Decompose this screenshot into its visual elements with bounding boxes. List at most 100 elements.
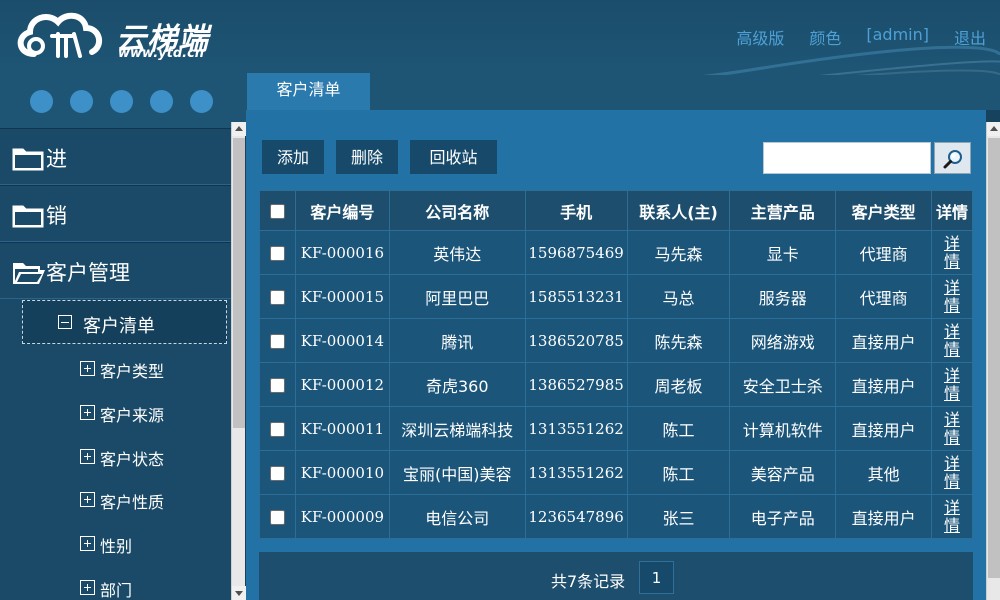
header-detail: 详情 [931,190,973,231]
cell-customer-id: KF-000012 [294,362,390,407]
cell-phone: 1386527985 [524,362,628,407]
table-row: KF-000009 电信公司 1236547896 张三 电子产品 直接用户 详… [259,494,973,539]
logout-link[interactable]: 退出 [954,25,986,49]
sidebar-item-label: 性别 [100,537,133,556]
row-checkbox-cell [259,318,296,363]
dot [150,90,173,113]
cell-customer-type: 直接用户 [835,494,933,539]
sidebar-item-customer-list[interactable]: 客户清单 [22,300,227,344]
cell-customer-type: 代理商 [835,274,933,319]
row-checkbox[interactable] [269,246,285,261]
cell-company: 英伟达 [388,230,526,275]
cell-company: 腾讯 [388,318,526,363]
page-button[interactable]: 1 [639,561,674,594]
expand-icon[interactable] [80,580,95,595]
detail-link[interactable]: 详情 [944,366,960,403]
row-checkbox-cell [259,362,296,407]
table-row: KF-000012 奇虎360 1386527985 周老板 安全卫士杀 直接用… [259,362,973,407]
cell-product: 网络游戏 [729,318,837,363]
cell-product: 美容产品 [729,450,837,495]
cell-customer-type: 代理商 [835,230,933,275]
delete-button[interactable]: 删除 [336,140,398,174]
header: 云梯端 www.ytd.cn 高级版 颜色 [admin] 退出 [0,0,1000,75]
advanced-link[interactable]: 高级版 [736,25,784,49]
scroll-down-icon[interactable] [232,586,246,600]
detail-link[interactable]: 详情 [944,322,960,359]
cell-customer-id: KF-000011 [294,406,390,451]
cell-customer-type: 其他 [835,450,933,495]
expand-icon[interactable] [80,536,95,551]
cell-detail: 详情 [931,230,973,275]
expand-icon[interactable] [80,492,95,507]
table-row: KF-000015 阿里巴巴 1585513231 马总 服务器 代理商 详情 [259,274,973,319]
row-checkbox-cell [259,406,296,451]
detail-link[interactable]: 详情 [944,454,960,491]
cell-detail: 详情 [931,274,973,319]
main-scrollbar[interactable] [986,122,1000,600]
cell-detail: 详情 [931,362,973,407]
cell-company: 奇虎360 [388,362,526,407]
scroll-up-icon[interactable] [232,122,246,136]
add-button[interactable]: 添加 [262,140,324,174]
row-checkbox[interactable] [269,510,285,525]
cell-customer-id: KF-000010 [294,450,390,495]
table-row: KF-000010 宝丽(中国)美容 1313551262 陈工 美容产品 其他… [259,450,973,495]
sidebar-group-jin[interactable]: 进 [0,128,231,185]
row-checkbox[interactable] [269,422,285,437]
detail-link[interactable]: 详情 [944,234,960,271]
expand-icon[interactable] [80,405,95,420]
record-count: 共7条记录 [551,572,626,591]
sidebar-item-label: 客户来源 [100,406,165,425]
main-panel: 添加 删除 回收站 客户编号 公司名称 手机 联系人(主) 主营产品 客户类型 … [246,110,986,600]
row-checkbox[interactable] [269,378,285,393]
expand-icon[interactable] [80,449,95,464]
tab-customer-list[interactable]: 客户清单 [247,73,370,111]
cell-customer-id: KF-000015 [294,274,390,319]
cloud-logo-icon [17,12,103,58]
row-checkbox[interactable] [269,334,285,349]
dot [190,90,213,113]
detail-link[interactable]: 详情 [944,410,960,447]
expand-icon[interactable] [80,361,95,376]
table-row: KF-000016 英伟达 1596875469 马先森 显卡 代理商 详情 [259,230,973,275]
dots-decoration [30,90,230,113]
row-checkbox[interactable] [269,290,285,305]
sidebar-group-customer-management[interactable]: 客户管理 [0,242,231,299]
top-nav: 高级版 颜色 [admin] 退出 [711,25,986,49]
sidebar-item-label: 部门 [100,581,133,600]
cell-contact: 张三 [626,494,731,539]
detail-link[interactable]: 详情 [944,278,960,315]
header-customer-id: 客户编号 [294,190,390,231]
search-input[interactable] [763,142,931,174]
folder-open-icon [13,263,45,284]
row-checkbox-cell [259,230,296,275]
row-checkbox[interactable] [269,466,285,481]
logo[interactable]: 云梯端 www.ytd.cn [14,6,214,64]
sidebar-scrollbar[interactable] [231,122,246,600]
sidebar-group-label: 进 [46,147,67,171]
scroll-thumb[interactable] [988,138,1000,578]
row-checkbox-cell [259,450,296,495]
sidebar-header [0,75,246,128]
header-phone: 手机 [524,190,628,231]
cell-product: 服务器 [729,274,837,319]
cell-phone: 1386520785 [524,318,628,363]
row-checkbox-cell [259,494,296,539]
scroll-thumb[interactable] [233,138,245,428]
cell-detail: 详情 [931,318,973,363]
cell-contact: 马总 [626,274,731,319]
user-link[interactable]: [admin] [866,25,929,49]
cell-company: 宝丽(中国)美容 [388,450,526,495]
scroll-up-icon[interactable] [987,122,1000,136]
color-link[interactable]: 颜色 [809,25,841,49]
cell-phone: 1313551262 [524,450,628,495]
recycle-bin-button[interactable]: 回收站 [410,140,497,174]
cell-contact: 陈工 [626,450,731,495]
dot [110,90,133,113]
detail-link[interactable]: 详情 [944,498,960,535]
collapse-icon[interactable] [58,315,72,329]
sidebar-group-xiao[interactable]: 销 [0,185,231,242]
search-button[interactable] [934,142,971,174]
table-row: KF-000014 腾讯 1386520785 陈先森 网络游戏 直接用户 详情 [259,318,973,363]
select-all-checkbox[interactable] [269,204,285,219]
